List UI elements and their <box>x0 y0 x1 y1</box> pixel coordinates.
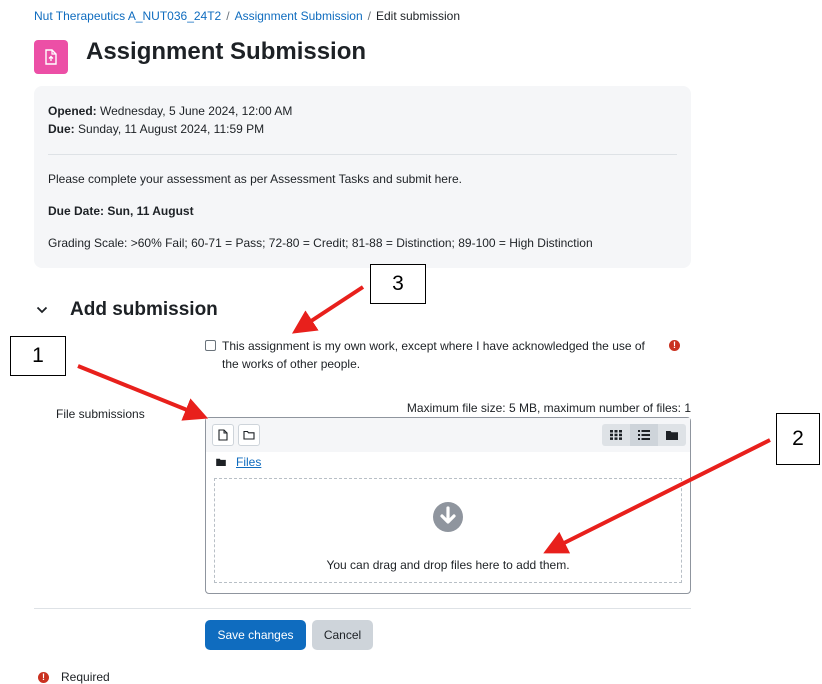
arrow-2 <box>543 438 771 554</box>
arrow-1 <box>77 364 209 421</box>
arrow-3 <box>291 285 365 334</box>
annotation-arrows <box>77 285 771 554</box>
